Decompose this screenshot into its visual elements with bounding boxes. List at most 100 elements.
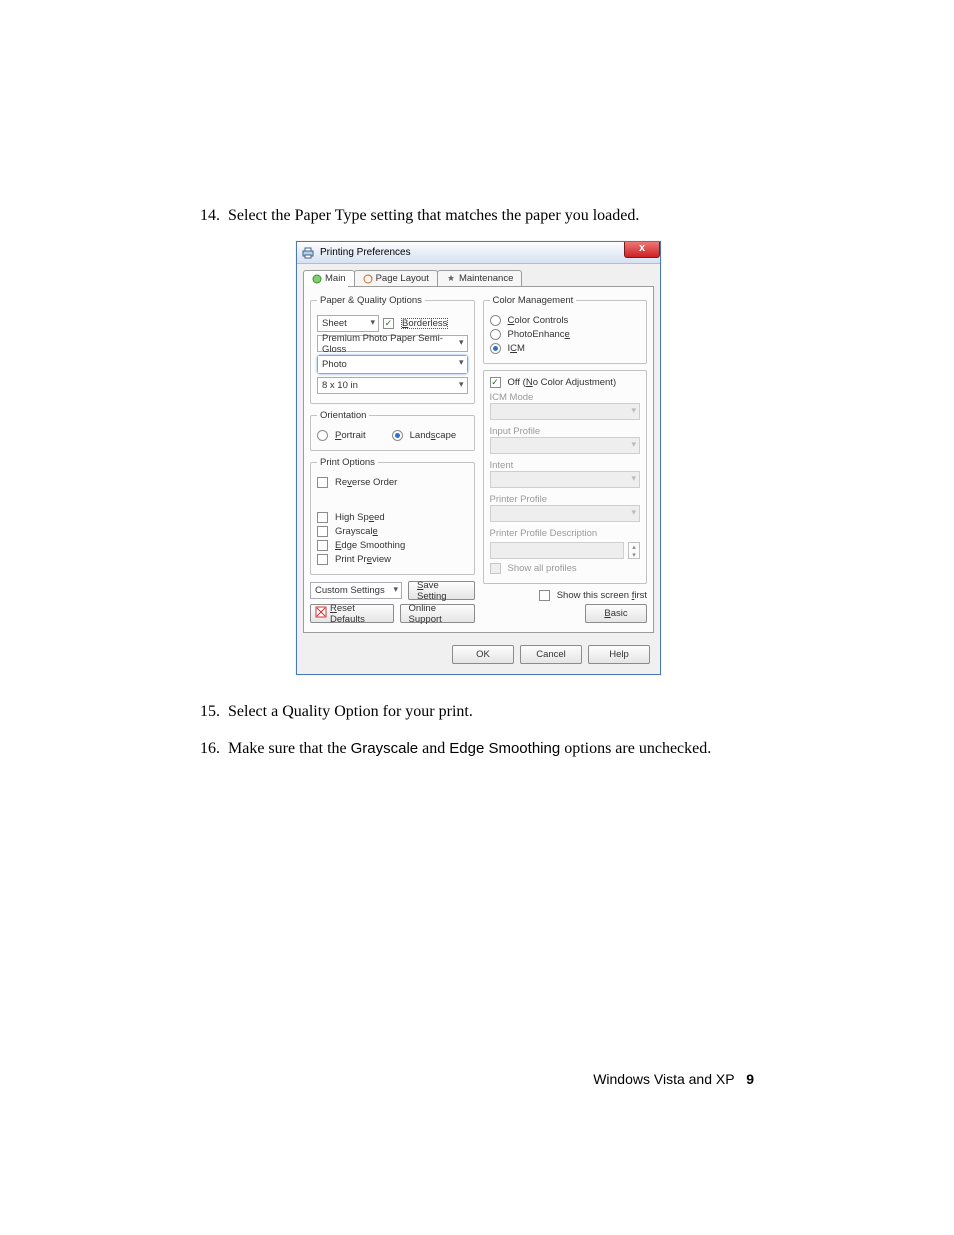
- custom-settings-value: Custom Settings: [315, 585, 385, 596]
- tab-main[interactable]: Main: [303, 270, 355, 286]
- ok-button[interactable]: OK: [452, 645, 514, 664]
- photoenhance-label: PhotoEnhance: [508, 329, 570, 340]
- tab-main-label: Main: [325, 273, 346, 284]
- step-14-text: Select the Paper Type setting that match…: [228, 207, 639, 224]
- portrait-radio[interactable]: [317, 430, 328, 441]
- print-options-group: Print Options Reverse Order High Speed G…: [310, 457, 475, 575]
- save-setting-label: Save Setting: [417, 580, 466, 602]
- icm-mode-label: ICM Mode: [490, 392, 641, 403]
- landscape-radio[interactable]: [392, 430, 403, 441]
- page-footer: Windows Vista and XP 9: [593, 1071, 754, 1087]
- reverse-order-label: Reverse Order: [335, 477, 397, 488]
- basic-label: Basic: [604, 608, 627, 619]
- printing-preferences-dialog: Printing Preferences x Main Page Layout …: [296, 241, 661, 675]
- color-management-group: Color Management Color Controls PhotoEnh…: [483, 295, 648, 364]
- main-tab-icon: [312, 274, 322, 284]
- icm-radio[interactable]: [490, 343, 501, 354]
- desc-spinner: ▴▾: [628, 542, 640, 559]
- borderless-checkbox[interactable]: [383, 318, 394, 329]
- maint-tab-icon: [446, 274, 456, 284]
- basic-button[interactable]: Basic: [585, 604, 647, 623]
- printer-profile-desc-field: [490, 542, 625, 559]
- color-controls-radio[interactable]: [490, 315, 501, 326]
- paper-source-select[interactable]: Sheet: [317, 315, 379, 332]
- tab-maintenance[interactable]: Maintenance: [437, 270, 522, 286]
- printer-profile-label: Printer Profile: [490, 494, 641, 505]
- online-support-button[interactable]: Online Support: [400, 604, 475, 623]
- footer-page-number: 9: [746, 1071, 754, 1087]
- right-column: Color Management Color Controls PhotoEnh…: [483, 295, 648, 626]
- paper-source-value: Sheet: [322, 318, 347, 329]
- titlebar[interactable]: Printing Preferences x: [297, 242, 660, 264]
- tab-maint-label: Maintenance: [459, 273, 513, 284]
- layout-tab-icon: [363, 274, 373, 284]
- icm-settings-group: Off (No Color Adjustment) ICM Mode Input…: [483, 370, 648, 584]
- step-16-edge: Edge Smoothing: [449, 740, 560, 757]
- step-16: 16.Make sure that the Grayscale and Edge…: [200, 738, 754, 760]
- dialog-button-row: OK Cancel Help: [297, 639, 660, 674]
- dialog-title: Printing Preferences: [320, 247, 411, 258]
- printer-icon: [301, 246, 315, 260]
- step-16-text-b: and: [418, 740, 449, 757]
- help-button[interactable]: Help: [588, 645, 650, 664]
- save-setting-button[interactable]: Save Setting: [408, 581, 475, 600]
- print-preview-checkbox[interactable]: [317, 554, 328, 565]
- tab-layout-label: Page Layout: [376, 273, 429, 284]
- print-preview-label: Print Preview: [335, 554, 391, 565]
- tab-content: Paper & Quality Options Sheet Borderless…: [303, 286, 654, 633]
- intent-select: [490, 471, 641, 488]
- color-mgmt-legend: Color Management: [490, 295, 577, 306]
- off-no-color-checkbox[interactable]: [490, 377, 501, 388]
- paper-size-value: 8 x 10 in: [322, 380, 358, 391]
- reset-icon: [315, 606, 327, 621]
- orientation-legend: Orientation: [317, 410, 369, 421]
- icm-label: ICM: [508, 343, 525, 354]
- paper-type-select[interactable]: Premium Photo Paper Semi-Gloss: [317, 335, 468, 352]
- show-all-profiles-label: Show all profiles: [508, 563, 577, 574]
- show-screen-first-checkbox[interactable]: [539, 590, 550, 601]
- printer-profile-desc-label: Printer Profile Description: [490, 528, 641, 539]
- show-screen-first-label: Show this screen first: [557, 590, 647, 601]
- high-speed-checkbox[interactable]: [317, 512, 328, 523]
- paper-quality-legend: Paper & Quality Options: [317, 295, 425, 306]
- paper-quality-group: Paper & Quality Options Sheet Borderless…: [310, 295, 475, 404]
- cancel-button[interactable]: Cancel: [520, 645, 582, 664]
- step-14: 14.Select the Paper Type setting that ma…: [200, 205, 754, 227]
- input-profile-label: Input Profile: [490, 426, 641, 437]
- reset-defaults-button[interactable]: Reset Defaults: [310, 604, 394, 623]
- landscape-label: Landscape: [410, 430, 457, 441]
- printer-profile-select: [490, 505, 641, 522]
- close-button[interactable]: x: [624, 242, 660, 258]
- footer-section: Windows Vista and XP: [593, 1071, 734, 1087]
- color-controls-label: Color Controls: [508, 315, 569, 326]
- photoenhance-radio[interactable]: [490, 329, 501, 340]
- paper-type-value: Premium Photo Paper Semi-Gloss: [322, 333, 453, 355]
- grayscale-label: Grayscale: [335, 526, 378, 537]
- off-no-color-label: Off (No Color Adjustment): [508, 377, 617, 388]
- reverse-order-checkbox[interactable]: [317, 477, 328, 488]
- paper-size-select[interactable]: 8 x 10 in: [317, 377, 468, 394]
- step-15: 15.Select a Quality Option for your prin…: [200, 701, 754, 723]
- input-profile-select: [490, 437, 641, 454]
- orientation-group: Orientation Portrait Landscape: [310, 410, 475, 451]
- tab-page-layout[interactable]: Page Layout: [354, 270, 438, 286]
- print-options-legend: Print Options: [317, 457, 378, 468]
- grayscale-checkbox[interactable]: [317, 526, 328, 537]
- reset-defaults-label: Reset Defaults: [330, 603, 385, 625]
- left-column: Paper & Quality Options Sheet Borderless…: [310, 295, 475, 626]
- step-16-grayscale: Grayscale: [351, 740, 419, 757]
- intent-label: Intent: [490, 460, 641, 471]
- quality-select[interactable]: Photo: [318, 356, 467, 373]
- borderless-label: Borderless: [401, 318, 448, 329]
- quality-value: Photo: [322, 359, 347, 370]
- portrait-label: Portrait: [335, 430, 366, 441]
- step-15-text: Select a Quality Option for your print.: [228, 703, 473, 720]
- step-16-text-a: Make sure that the: [228, 740, 351, 757]
- edge-smoothing-label: Edge Smoothing: [335, 540, 405, 551]
- show-all-profiles-checkbox: [490, 563, 501, 574]
- edge-smoothing-checkbox[interactable]: [317, 540, 328, 551]
- step-16-text-c: options are unchecked.: [560, 740, 711, 757]
- icm-mode-select: [490, 403, 641, 420]
- custom-settings-select[interactable]: Custom Settings: [310, 582, 402, 599]
- tab-bar: Main Page Layout Maintenance: [297, 264, 660, 286]
